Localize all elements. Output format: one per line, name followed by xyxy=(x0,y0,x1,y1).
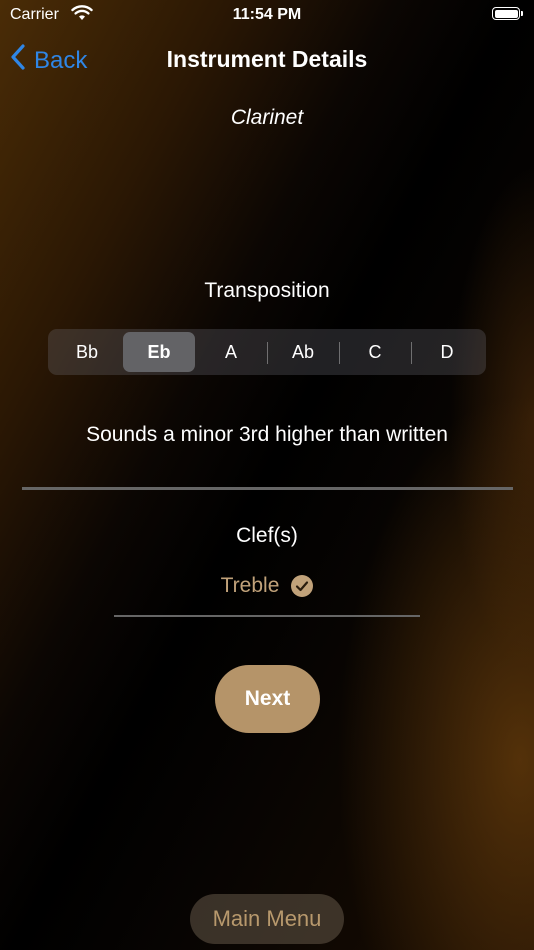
battery-icon xyxy=(492,7,523,20)
clef-name: Treble xyxy=(220,574,280,597)
page-title: Instrument Details xyxy=(166,46,368,72)
segment-label: Bb xyxy=(75,341,99,362)
clef-item-treble[interactable]: Treble xyxy=(0,574,534,598)
segment-d[interactable]: D xyxy=(411,332,483,372)
segment-ab[interactable]: Ab xyxy=(267,332,339,372)
transposition-label: Transposition xyxy=(204,279,330,302)
segment-c[interactable]: C xyxy=(339,332,411,372)
instrument-name: Clarinet xyxy=(230,106,304,129)
transposition-segmented-control: Bb Eb A Ab C D xyxy=(48,329,486,375)
segment-divider xyxy=(339,342,340,364)
transposition-description: Sounds a minor 3rd higher than written xyxy=(86,423,448,446)
segment-label: Ab xyxy=(291,341,315,362)
next-button[interactable]: Next xyxy=(215,665,320,733)
segment-label: A xyxy=(224,341,237,362)
segment-label: C xyxy=(368,341,382,362)
clefs-label: Clef(s) xyxy=(236,524,298,547)
segment-bb[interactable]: Bb xyxy=(51,332,123,372)
status-bar: Carrier 11:54 PM xyxy=(0,0,534,30)
checkmark-circle-icon xyxy=(291,575,314,597)
clef-underline xyxy=(114,615,420,617)
status-time: 11:54 PM xyxy=(232,6,302,23)
segment-divider xyxy=(267,342,268,364)
segment-label: D xyxy=(440,341,454,362)
divider xyxy=(22,487,513,490)
main-menu-button[interactable]: Main Menu xyxy=(190,894,344,944)
segment-label: Eb xyxy=(147,341,171,362)
segment-eb[interactable]: Eb xyxy=(123,332,195,372)
segment-divider xyxy=(411,342,412,364)
segment-a[interactable]: A xyxy=(195,332,267,372)
